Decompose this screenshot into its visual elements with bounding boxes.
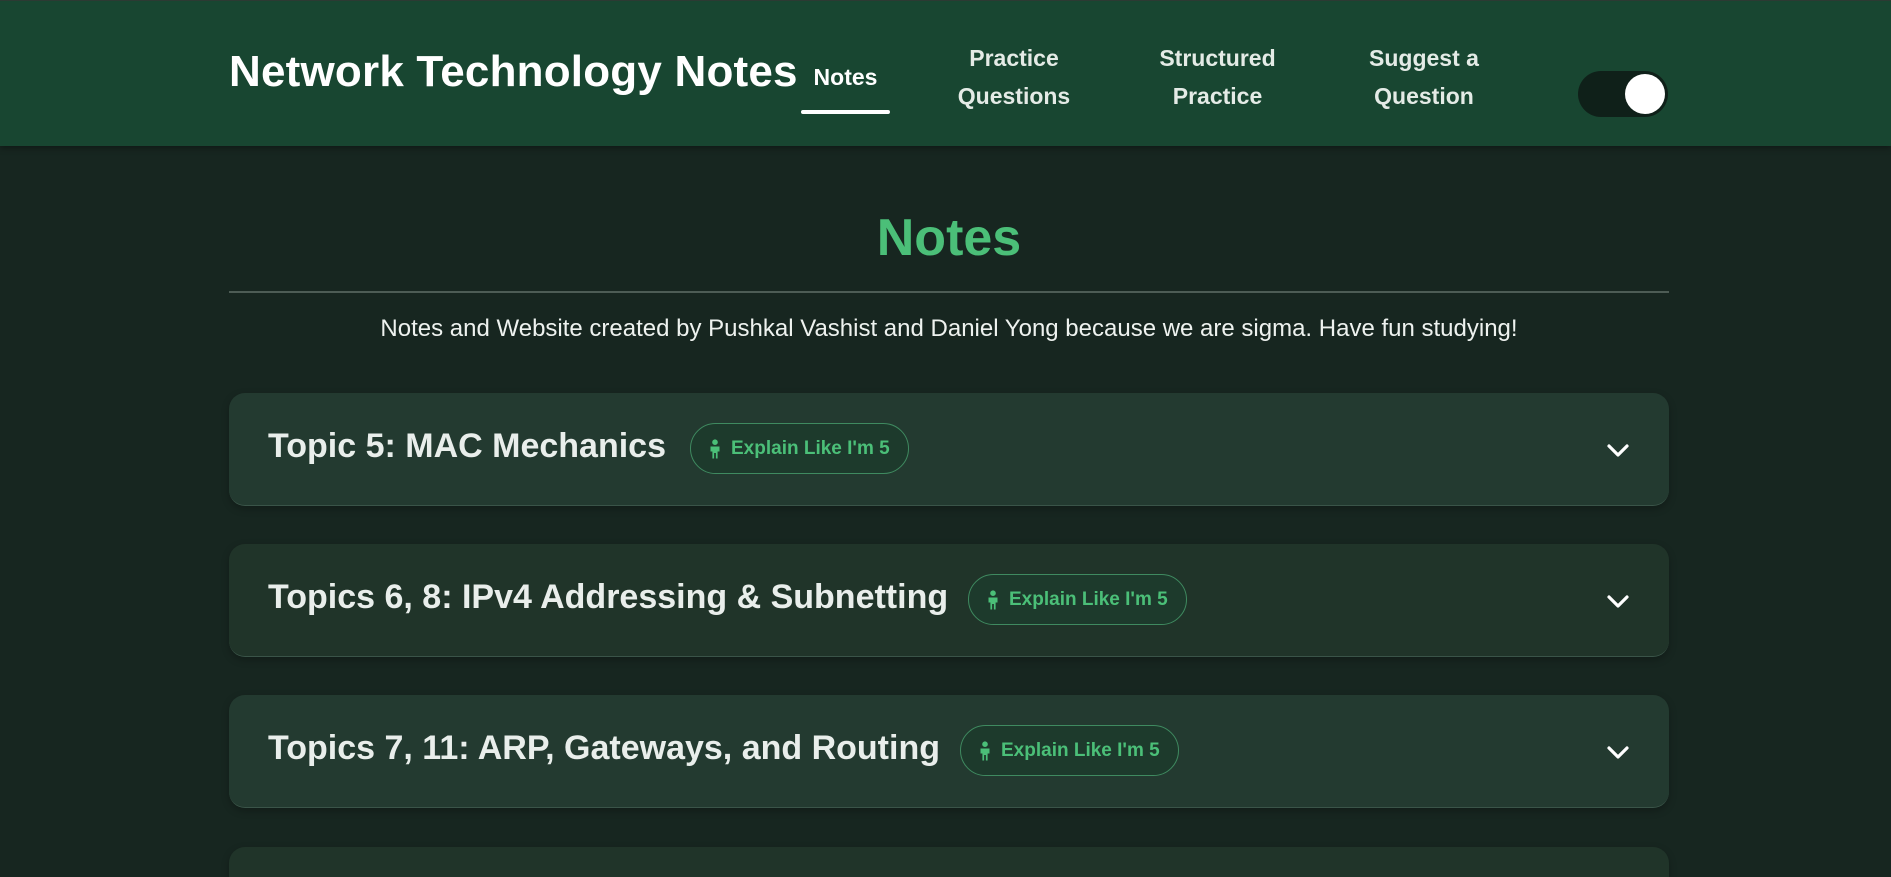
active-nav-underline: [801, 110, 890, 114]
topic-card-mac-mechanics[interactable]: Topic 5: MAC Mechanics Explain Like I'm …: [229, 393, 1669, 506]
theme-toggle-switch[interactable]: [1578, 71, 1668, 117]
child-icon: [988, 589, 998, 609]
badge-label: Explain Like I'm 5: [731, 437, 890, 459]
nav-practice-questions-line1: Practice: [969, 45, 1059, 71]
topic-title: Topic 5: MAC Mechanics: [268, 427, 666, 465]
topic-title: Topics 6, 8: IPv4 Addressing & Subnettin…: [268, 578, 949, 616]
explain-like-im-5-button[interactable]: Explain Like I'm 5: [968, 574, 1187, 625]
child-icon: [980, 740, 990, 760]
topic-title: Topics 7, 11: ARP, Gateways, and Routing: [268, 729, 940, 767]
topic-card-arp-gateways-routing[interactable]: Topics 7, 11: ARP, Gateways, and Routing…: [229, 695, 1669, 808]
badge-label: Explain Like I'm 5: [1009, 588, 1168, 610]
nav-structured-practice-line1: Structured: [1159, 45, 1276, 71]
chevron-down-icon[interactable]: [1605, 739, 1631, 765]
nav-practice-questions-line2: Questions: [957, 83, 1071, 109]
nav-practice-questions[interactable]: Practice Questions: [940, 37, 1088, 117]
explain-like-im-5-button[interactable]: Explain Like I'm 5: [690, 423, 909, 474]
nav-structured-practice[interactable]: Structured Practice: [1140, 37, 1295, 117]
page-title: Notes: [876, 209, 1022, 267]
nav-structured-practice-line2: Practice: [1172, 83, 1263, 109]
nav-practice-questions-label: Practice Questions: [958, 39, 1070, 115]
explain-like-im-5-button[interactable]: Explain Like I'm 5: [960, 725, 1179, 776]
child-icon: [710, 438, 720, 458]
topic-card-partial[interactable]: [229, 847, 1669, 877]
chevron-down-icon[interactable]: [1605, 588, 1631, 614]
nav-structured-practice-label: Structured Practice: [1159, 39, 1275, 115]
nav-suggest-question[interactable]: Suggest a Question: [1350, 37, 1498, 117]
badge-label: Explain Like I'm 5: [1001, 739, 1160, 761]
top-navigation-bar: Network Technology Notes Notes Practice …: [0, 0, 1891, 146]
toggle-knob: [1625, 74, 1665, 114]
title-divider: [229, 291, 1669, 293]
nav-suggest-question-label: Suggest a Question: [1369, 39, 1479, 115]
intro-text: Notes and Website created by Pushkal Vas…: [380, 315, 1518, 342]
nav-notes-label: Notes: [813, 64, 878, 90]
nav-notes[interactable]: Notes: [801, 37, 890, 117]
chevron-down-icon[interactable]: [1605, 437, 1631, 463]
nav-suggest-question-line1: Suggest a: [1369, 45, 1479, 71]
site-brand[interactable]: Network Technology Notes: [229, 47, 798, 97]
nav-suggest-question-line2: Question: [1374, 83, 1474, 109]
topic-card-ipv4-subnetting[interactable]: Topics 6, 8: IPv4 Addressing & Subnettin…: [229, 544, 1669, 657]
